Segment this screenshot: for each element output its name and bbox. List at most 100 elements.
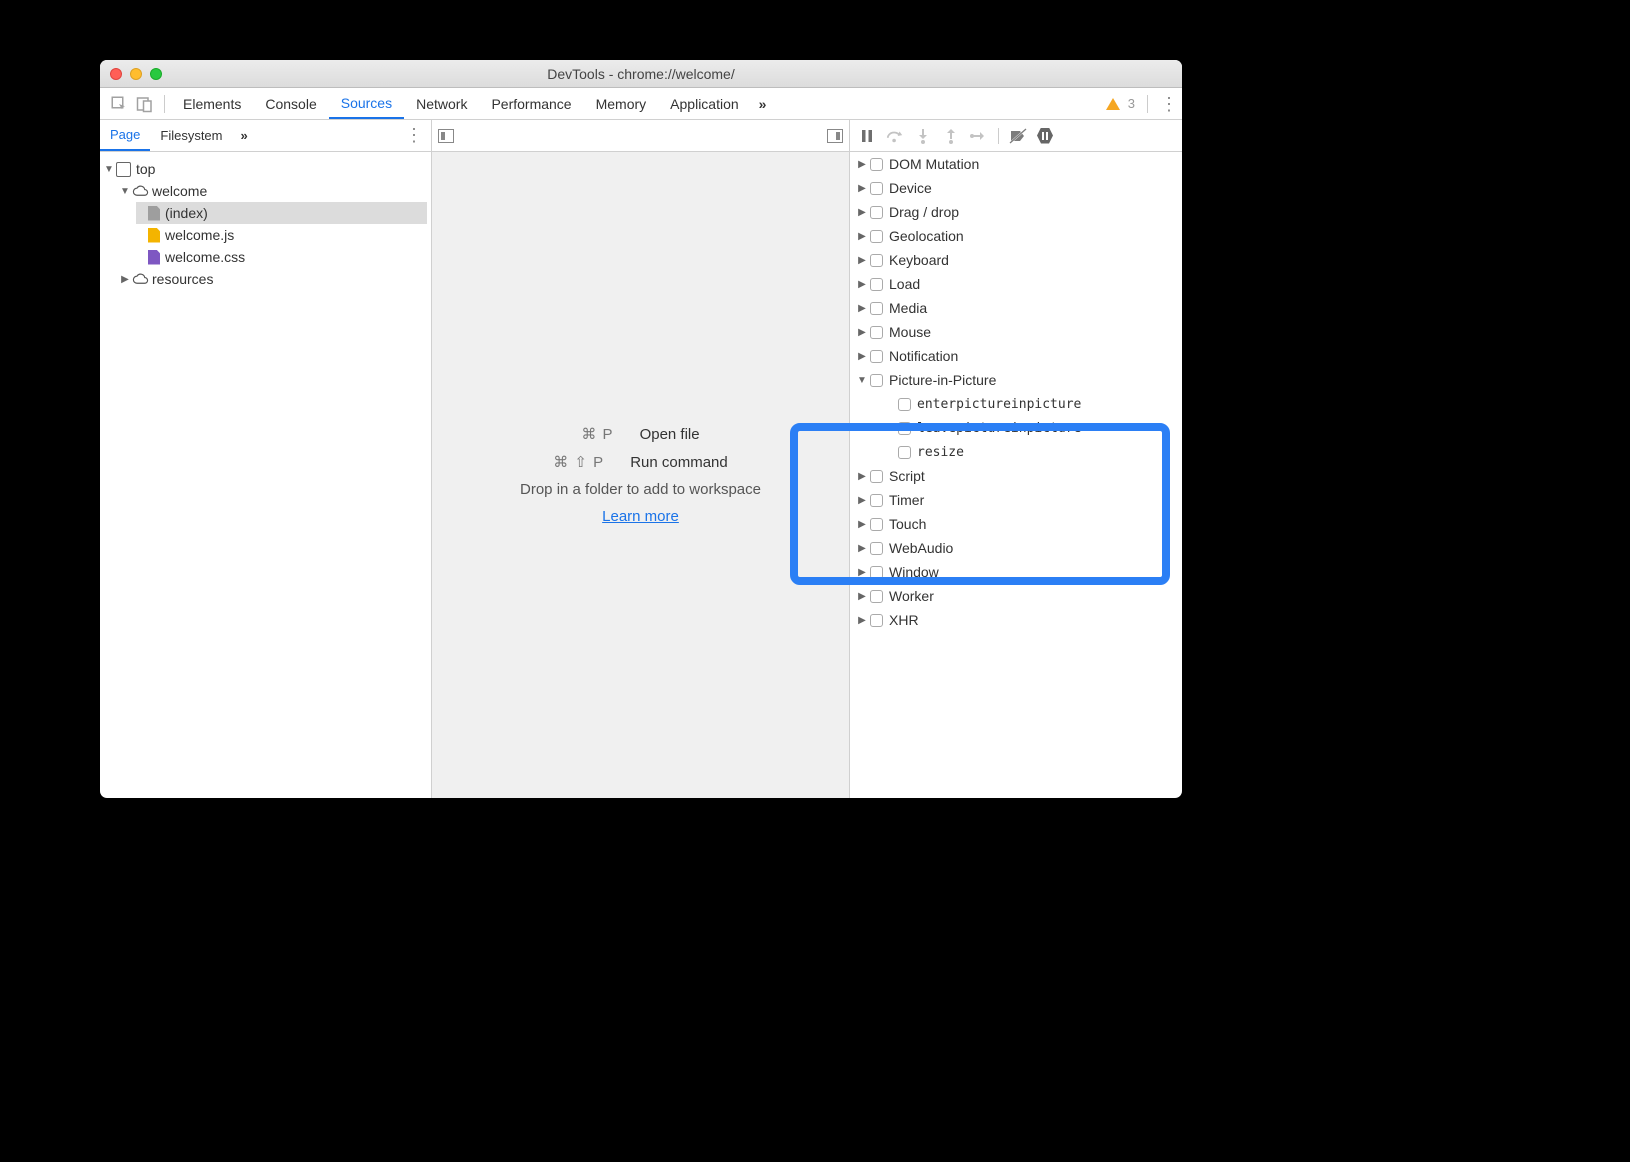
chevron-right-icon <box>120 274 130 285</box>
warning-count[interactable]: 3 <box>1128 96 1135 111</box>
tab-performance[interactable]: Performance <box>479 88 583 119</box>
step-icon[interactable] <box>970 128 988 144</box>
checkbox[interactable] <box>870 278 883 291</box>
device-toggle-icon[interactable] <box>136 95 154 113</box>
checkbox[interactable] <box>870 518 883 531</box>
breakpoint-label: Drag / drop <box>889 204 959 220</box>
breakpoint-label: Timer <box>889 492 924 508</box>
checkbox[interactable] <box>898 422 911 435</box>
subtab-more[interactable]: » <box>233 128 256 143</box>
checkbox[interactable] <box>870 566 883 579</box>
event-breakpoints-list: DOM MutationDevice Drag / drop Geolocation… <box>850 152 1182 798</box>
checkbox[interactable] <box>870 230 883 243</box>
settings-menu-button[interactable]: ⋮ <box>1160 95 1176 113</box>
more-tabs-button[interactable]: » <box>751 96 775 112</box>
breakpoint-category[interactable]: Worker <box>850 584 1182 608</box>
separator <box>164 95 165 113</box>
checkbox[interactable] <box>870 374 883 387</box>
checkbox[interactable] <box>870 254 883 267</box>
breakpoint-category[interactable]: Timer <box>850 488 1182 512</box>
breakpoint-category[interactable]: XHR <box>850 608 1182 632</box>
breakpoint-label: XHR <box>889 612 919 628</box>
tree-label: top <box>136 161 155 177</box>
breakpoint-category[interactable]: Keyboard <box>850 248 1182 272</box>
checkbox[interactable] <box>870 494 883 507</box>
inspect-icon[interactable] <box>110 95 128 113</box>
breakpoint-event[interactable]: enterpictureinpicture <box>850 392 1182 416</box>
separator <box>998 128 999 144</box>
frame-icon <box>116 162 131 177</box>
checkbox[interactable] <box>898 446 911 459</box>
breakpoint-category[interactable]: Touch <box>850 512 1182 536</box>
learn-more-link[interactable]: Learn more <box>602 508 679 525</box>
breakpoint-label: Window <box>889 564 939 580</box>
open-file-label: Open file <box>640 426 700 443</box>
breakpoint-category[interactable]: Drag / drop <box>850 200 1182 224</box>
checkbox[interactable] <box>870 326 883 339</box>
breakpoint-category[interactable]: Load <box>850 272 1182 296</box>
breakpoint-category[interactable]: Window <box>850 560 1182 584</box>
breakpoint-event-label: enterpictureinpicture <box>917 397 1081 412</box>
checkbox[interactable] <box>898 398 911 411</box>
breakpoint-category[interactable]: DOM Mutation <box>850 152 1182 176</box>
breakpoint-category[interactable]: Media <box>850 296 1182 320</box>
breakpoint-category[interactable]: WebAudio <box>850 536 1182 560</box>
toggle-debugger-icon[interactable] <box>827 129 843 143</box>
checkbox[interactable] <box>870 542 883 555</box>
tree-resources[interactable]: resources <box>120 268 427 290</box>
checkbox[interactable] <box>870 470 883 483</box>
breakpoint-category[interactable]: Script <box>850 464 1182 488</box>
chevron-right-icon <box>856 207 868 218</box>
chevron-down-icon <box>120 186 130 197</box>
tab-application[interactable]: Application <box>658 88 751 119</box>
tab-network[interactable]: Network <box>404 88 479 119</box>
pause-on-exceptions-icon[interactable] <box>1037 128 1053 144</box>
breakpoint-event[interactable]: leavepictureinpicture <box>850 416 1182 440</box>
tab-memory[interactable]: Memory <box>584 88 659 119</box>
subtab-filesystem[interactable]: Filesystem <box>150 120 232 151</box>
breakpoint-label: Worker <box>889 588 934 604</box>
debugger-toolbar <box>850 120 1182 152</box>
subtab-page[interactable]: Page <box>100 120 150 151</box>
deactivate-breakpoints-icon[interactable] <box>1009 128 1027 144</box>
checkbox[interactable] <box>870 590 883 603</box>
tab-sources[interactable]: Sources <box>329 88 404 119</box>
step-into-icon[interactable] <box>914 128 932 144</box>
step-out-icon[interactable] <box>942 128 960 144</box>
tree-top[interactable]: top <box>104 158 427 180</box>
chevron-right-icon <box>856 255 868 266</box>
chevron-right-icon <box>856 159 868 170</box>
warning-icon[interactable] <box>1106 98 1120 110</box>
tab-console[interactable]: Console <box>253 88 328 119</box>
tree-label: welcome.js <box>165 227 234 243</box>
shortcut-label: ⌘ ⇧ P <box>553 453 604 471</box>
checkbox[interactable] <box>870 614 883 627</box>
pause-icon[interactable] <box>858 128 876 144</box>
breakpoint-event[interactable]: resize <box>850 440 1182 464</box>
checkbox[interactable] <box>870 206 883 219</box>
checkbox[interactable] <box>870 302 883 315</box>
step-over-icon[interactable] <box>886 128 904 144</box>
tree-index[interactable]: (index) <box>136 202 427 224</box>
breakpoint-category[interactable]: Picture-in-Picture <box>850 368 1182 392</box>
checkbox[interactable] <box>870 158 883 171</box>
breakpoint-category[interactable]: Geolocation <box>850 224 1182 248</box>
navigator-menu[interactable]: ⋮ <box>397 125 431 146</box>
checkbox[interactable] <box>870 182 883 195</box>
tree-label: resources <box>152 271 213 287</box>
breakpoint-category[interactable]: Notification <box>850 344 1182 368</box>
tree-welcome-css[interactable]: welcome.css <box>136 246 427 268</box>
tree-welcome[interactable]: welcome <box>120 180 427 202</box>
toggle-navigator-icon[interactable] <box>438 129 454 143</box>
chevron-right-icon <box>856 303 868 314</box>
breakpoint-category[interactable]: Device <box>850 176 1182 200</box>
tab-elements[interactable]: Elements <box>171 88 253 119</box>
checkbox[interactable] <box>870 350 883 363</box>
run-command-label: Run command <box>630 454 728 471</box>
chevron-right-icon <box>856 543 868 554</box>
open-file-hint: ⌘ P Open file <box>581 425 699 443</box>
breakpoint-category[interactable]: Mouse <box>850 320 1182 344</box>
body: Page Filesystem » ⋮ top welcome <box>100 120 1182 798</box>
tree-welcome-js[interactable]: welcome.js <box>136 224 427 246</box>
run-command-hint: ⌘ ⇧ P Run command <box>553 453 727 471</box>
